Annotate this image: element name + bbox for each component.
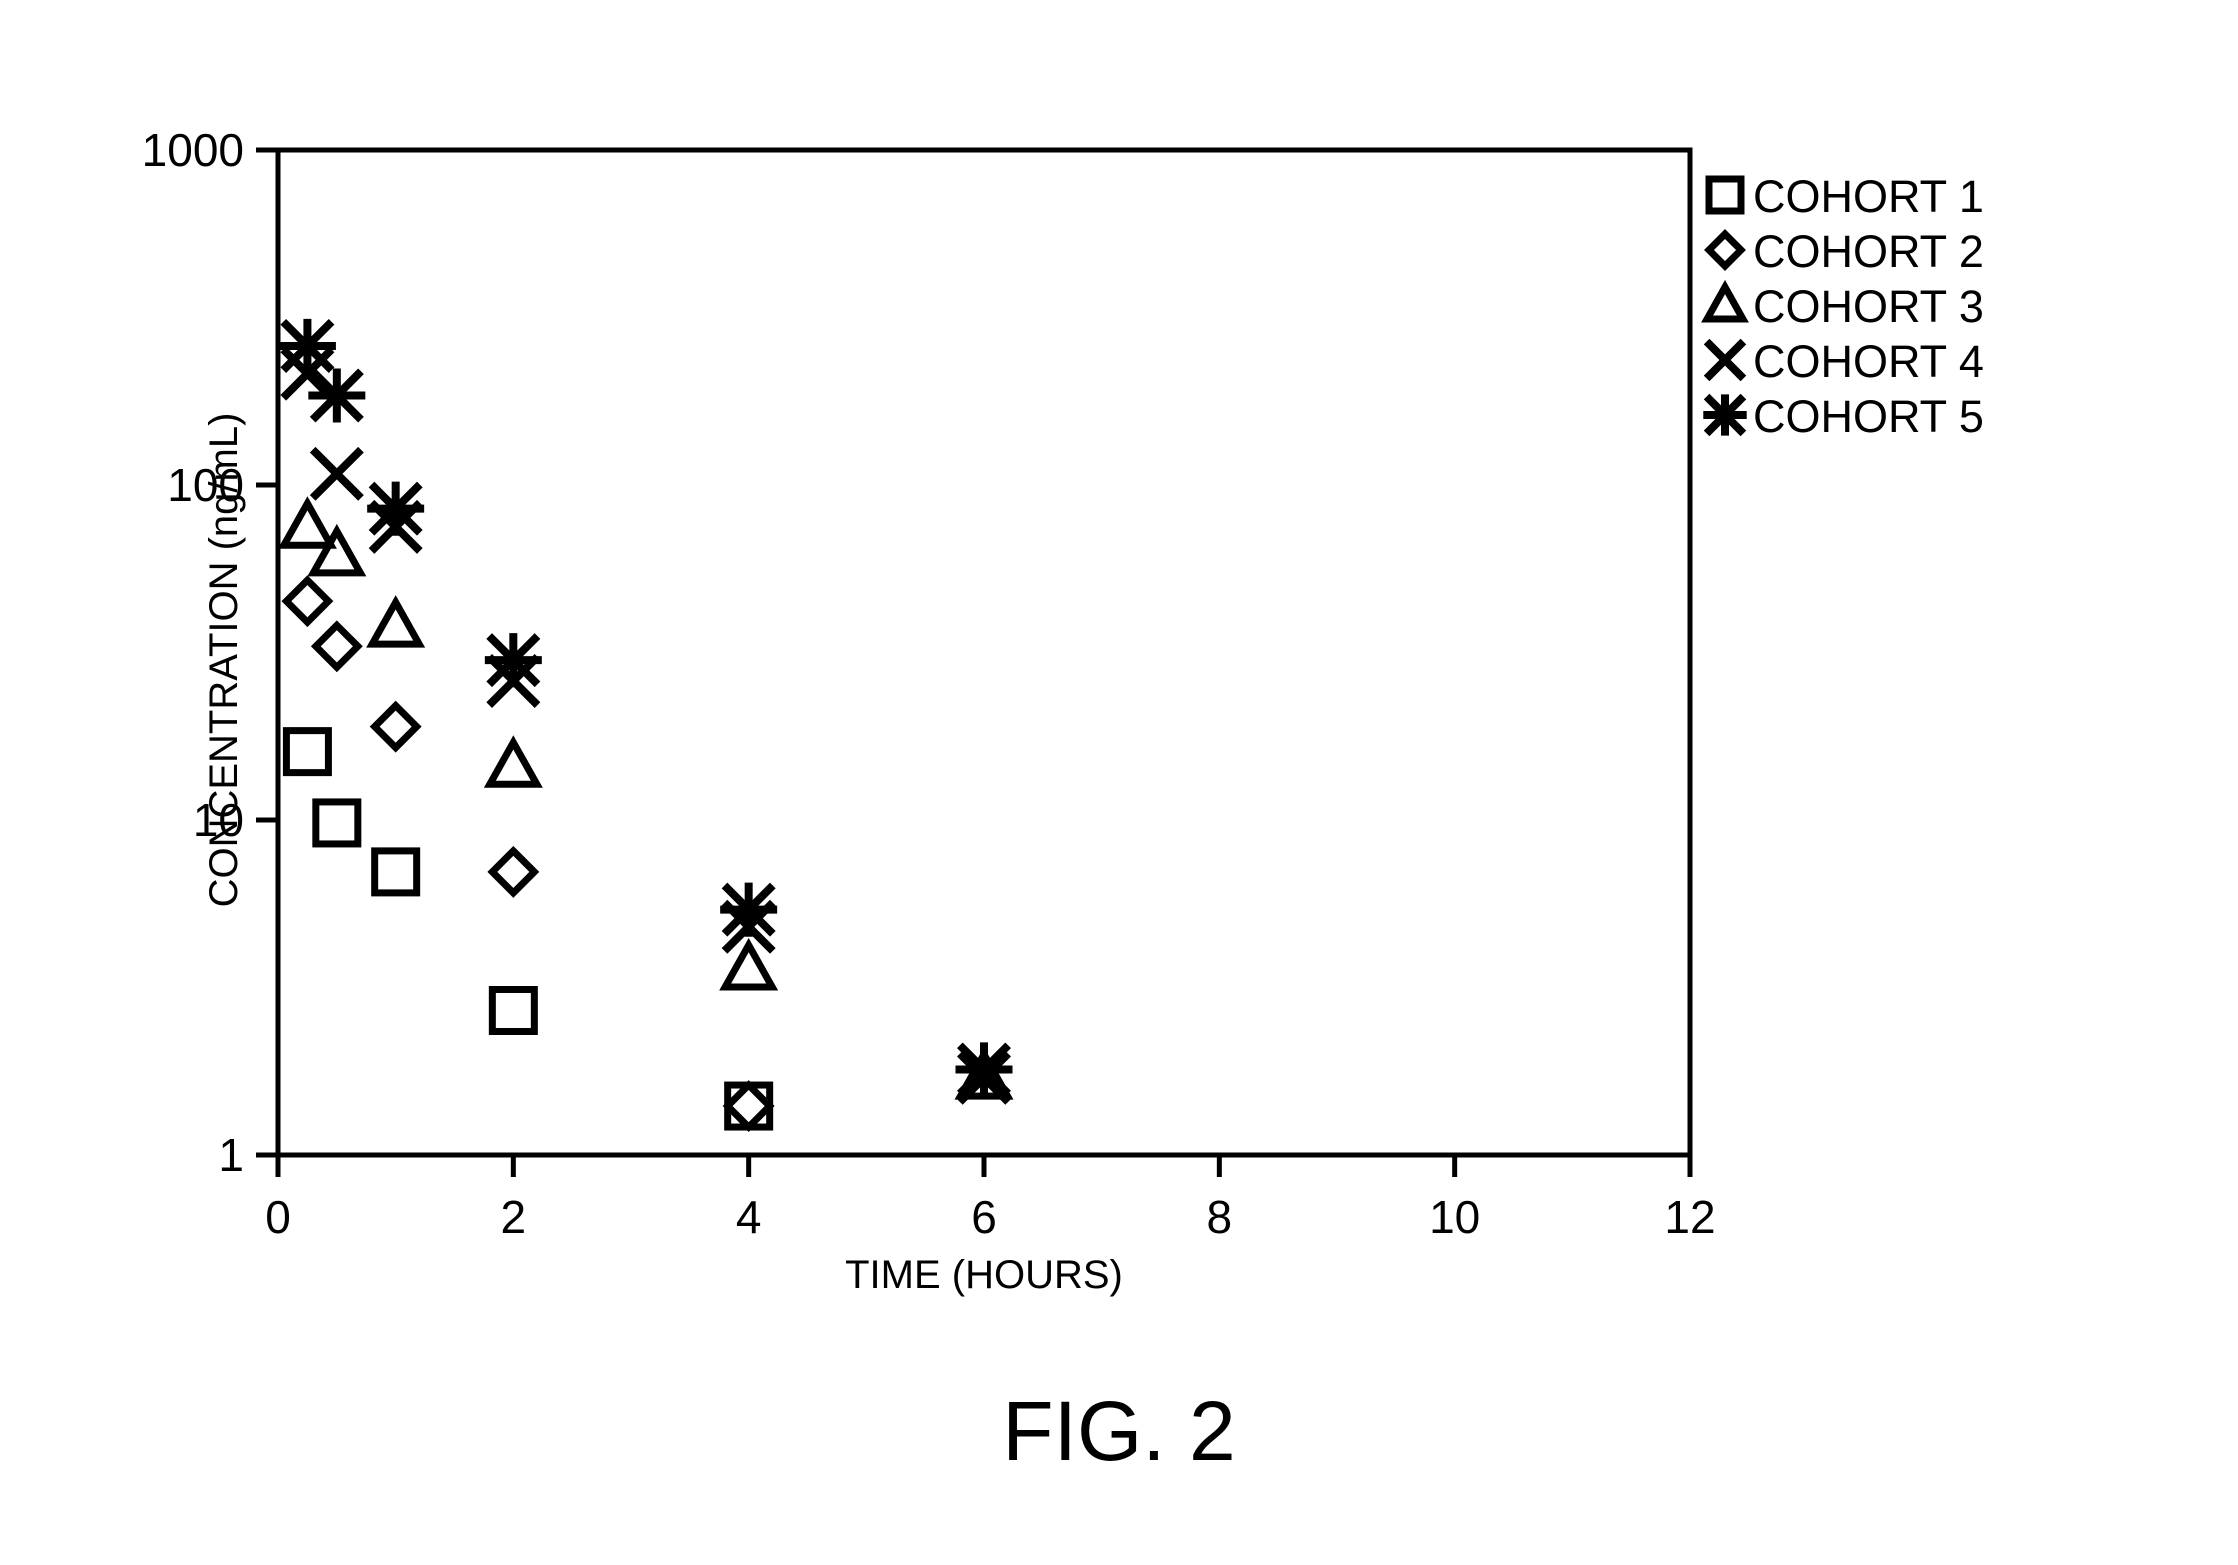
legend-item-3[interactable]: COHORT 3 (1701, 279, 1984, 332)
x-tick-label-0: 0 (265, 1191, 291, 1243)
legend-item-2[interactable]: COHORT 2 (1704, 226, 1984, 277)
diamond-marker-1-1 (310, 620, 363, 673)
chart-legend: COHORT 1COHORT 2COHORT 3COHORT 4COHORT 5 (1701, 171, 1984, 442)
x-marker-legend-3 (1703, 338, 1747, 382)
legend-item-5[interactable]: COHORT 5 (1703, 391, 1984, 442)
diamond-marker-1-2 (369, 700, 422, 753)
legend-label-5: COHORT 5 (1753, 391, 1984, 442)
x-tick-label-6: 6 (971, 1191, 997, 1243)
diamond-marker-legend-1 (1704, 229, 1746, 271)
concentration-vs-time-scatter-chart: 1101001000 0 2 4 6 8 10 12 CONCENTRATION (ng/m… (142, 124, 1984, 1478)
asterisk-marker-legend-4 (1703, 393, 1747, 437)
square-marker-legend-0 (1705, 175, 1745, 215)
y-axis-ticks (256, 147, 278, 1158)
x-axis-title: TIME (HOURS) (845, 1253, 1123, 1297)
x-marker-3-1 (309, 446, 364, 501)
square-marker-0-2 (371, 847, 421, 897)
square-marker-0-3 (488, 985, 538, 1035)
asterisk-marker-4-0 (278, 318, 336, 374)
square-marker-0-0 (282, 727, 332, 777)
asterisk-marker-4-4 (720, 882, 778, 937)
diamond-marker-1-0 (281, 575, 334, 628)
square-marker-0-1 (312, 798, 362, 848)
diamond-marker-1-3 (487, 845, 540, 898)
figure-container: 1 10 100 1000 0 2 4 6 8 10 12 CONCENTRATION (ng/m… (0, 0, 2238, 1565)
series-cohort-1 (282, 727, 774, 1131)
legend-item-4[interactable]: COHORT 4 (1703, 336, 1984, 387)
asterisk-marker-4-3 (484, 633, 542, 688)
x-tick-label-2: 2 (501, 1191, 527, 1243)
y-tick-label-1000: 1000 (142, 124, 244, 176)
x-tick-label-8: 8 (1207, 1191, 1233, 1243)
triangle-marker-2-1 (307, 523, 367, 577)
asterisk-marker-4-1 (308, 368, 366, 423)
diamond-marker-1-4 (722, 1080, 775, 1132)
triangle-marker-2-3 (483, 735, 543, 788)
triangle-marker-2-2 (366, 595, 426, 648)
square-marker-0-4 (724, 1081, 774, 1131)
legend-label-1: COHORT 1 (1753, 171, 1984, 222)
triangle-marker-legend-2 (1701, 279, 1749, 323)
triangle-marker-2-0 (277, 496, 337, 549)
data-points-layer (277, 318, 1014, 1132)
x-tick-label-12: 12 (1664, 1191, 1715, 1243)
x-tick-label-10: 10 (1429, 1191, 1480, 1243)
asterisk-marker-4-2 (367, 481, 425, 536)
figure-caption: FIG. 2 (1002, 1384, 1235, 1478)
series-cohort-4 (280, 346, 1011, 1105)
y-tick-label-1: 1 (218, 1129, 244, 1181)
triangle-marker-2-4 (719, 937, 779, 991)
x-axis-tick-labels: 0 2 4 6 8 10 12 (265, 1191, 1715, 1243)
asterisk-marker-4-5 (955, 1042, 1013, 1097)
x-axis-ticks (275, 1155, 1693, 1177)
series-cohort-3 (277, 496, 1014, 1100)
y-axis-title: CONCENTRATION (ng/mL) (202, 413, 246, 908)
legend-item-1[interactable]: COHORT 1 (1705, 171, 1984, 222)
x-tick-label-4: 4 (736, 1191, 762, 1243)
legend-label-3: COHORT 3 (1753, 281, 1984, 332)
legend-label-2: COHORT 2 (1753, 226, 1984, 277)
legend-label-4: COHORT 4 (1753, 336, 1984, 387)
